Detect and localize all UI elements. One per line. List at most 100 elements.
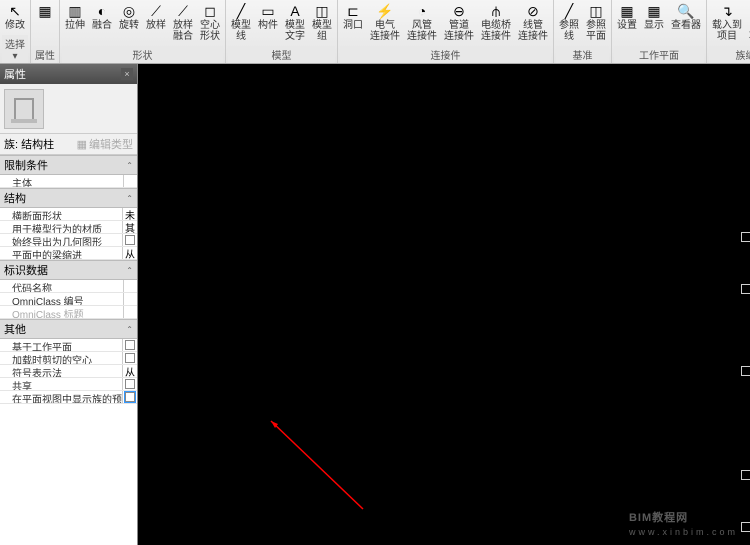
category-name: 结构 (4, 190, 26, 206)
property-category-header[interactable]: 限制条件⌃ (0, 155, 137, 175)
extrude-icon[interactable]: ▥拉伸 (62, 1, 88, 32)
ribbon-button-label: 参照线 (559, 20, 579, 42)
property-name: OmniClass 标题 (0, 306, 124, 318)
collapse-caret-icon[interactable]: ⌃ (126, 266, 133, 275)
checkbox[interactable] (125, 340, 135, 350)
pipe-conn-icon[interactable]: ⊖管道连接件 (441, 1, 477, 43)
property-value[interactable]: 从 (123, 365, 137, 377)
property-row[interactable]: 平面中的梁缩进从 (0, 247, 137, 260)
property-value[interactable] (123, 352, 137, 364)
sweep-icon[interactable]: ⟋放样 (143, 1, 169, 32)
checkbox[interactable] (125, 379, 135, 389)
set-wp-icon-glyph: ▦ (618, 2, 636, 20)
ribbon-button-label: 放样融合 (173, 20, 193, 42)
checkbox[interactable] (125, 235, 135, 245)
model-text-icon[interactable]: A模型文字 (282, 1, 308, 43)
conduit-conn-icon[interactable]: ⊘线管连接件 (515, 1, 551, 43)
ribbon-group-label: 工作平面 (614, 46, 704, 63)
property-row[interactable]: 共享 (0, 378, 137, 391)
property-value[interactable] (124, 293, 137, 305)
property-value[interactable] (124, 306, 137, 318)
ref-plane-icon[interactable]: ◫参照平面 (583, 1, 609, 43)
property-row[interactable]: 基于工作平面 (0, 339, 137, 352)
property-row[interactable]: 符号表示法从 (0, 365, 137, 378)
ribbon-button-label: 查看器 (671, 20, 701, 31)
property-value[interactable]: 未 (123, 208, 137, 220)
void-icon[interactable]: ◻空心形状 (197, 1, 223, 43)
model-line-icon[interactable]: ╱模型线 (228, 1, 254, 43)
elec-conn-icon[interactable]: ⚡电气连接件 (367, 1, 403, 43)
property-grid[interactable]: 限制条件⌃主体结构 ⌃ 横断面形状未用于模型行为的材质其始终导出为几何图形平面中的梁… (0, 155, 137, 545)
component-icon-glyph: ▭ (259, 2, 277, 20)
property-row[interactable]: OmniClass 编号 (0, 293, 137, 306)
viewer-icon[interactable]: 🔍查看器 (668, 1, 704, 32)
properties-title-bar[interactable]: 属性 × (0, 64, 137, 84)
pipe-conn-icon-glyph: ⊖ (450, 2, 468, 20)
ribbon-button-label: 放样 (146, 20, 166, 31)
model-viewport[interactable]: BIM教程网 www.xinbim.com (138, 64, 750, 545)
ribbon-group: ↖修改选择 ▾ (0, 0, 31, 63)
revolve-icon-glyph: ◎ (120, 2, 138, 20)
load-close-icon[interactable]: ↴载入到项目并关闭 (746, 1, 750, 43)
ribbon-button-label: 拉伸 (65, 20, 85, 31)
ribbon-group-label: 选择 ▾ (2, 35, 28, 63)
property-value[interactable] (124, 280, 137, 292)
property-value[interactable]: 其 (123, 221, 137, 233)
property-value[interactable] (124, 175, 137, 187)
property-row[interactable]: 代码名称 (0, 280, 137, 293)
tray-conn-icon[interactable]: ⫛电缆桥连接件 (478, 1, 514, 43)
collapse-caret-icon[interactable]: ⌃ (126, 325, 133, 334)
collapse-caret-icon[interactable]: ⌃ (126, 194, 133, 203)
checkbox[interactable] (125, 392, 135, 402)
load-proj-icon[interactable]: ↴载入到项目 (709, 1, 745, 43)
property-value[interactable] (123, 378, 137, 390)
property-row[interactable]: 主体 (0, 175, 137, 188)
family-name[interactable]: 族: 结构柱 (4, 136, 54, 152)
collapse-caret-icon[interactable]: ⌃ (126, 161, 133, 170)
ribbon-button-label: 模型线 (231, 20, 251, 42)
opening-icon-glyph: ⊏ (344, 2, 362, 20)
sweep-blend-icon[interactable]: ⟋放样融合 (170, 1, 196, 43)
opening-icon[interactable]: ⊏洞口 (340, 1, 366, 32)
property-value[interactable]: 从 (123, 247, 137, 259)
type-selector[interactable] (0, 84, 137, 134)
property-category-header[interactable]: 其他 ⌃ (0, 319, 137, 339)
property-category-header[interactable]: 标识数据⌃ (0, 260, 137, 280)
conduit-conn-icon-glyph: ⊘ (524, 2, 542, 20)
property-value[interactable] (123, 234, 137, 246)
duct-conn-icon[interactable]: ◔风管连接件 (404, 1, 440, 43)
revolve-icon[interactable]: ◎旋转 (116, 1, 142, 32)
property-row[interactable]: 加载时剪切的空心 (0, 352, 137, 365)
model-group-icon[interactable]: ◫模型组 (309, 1, 335, 43)
edit-type-button[interactable]: ▦ 编辑类型 (77, 136, 133, 152)
ribbon-button-label: 修改 (5, 20, 25, 31)
ribbon-group-label: 连接件 (340, 46, 551, 63)
properties-palette-glyph: ▦ (36, 2, 54, 20)
property-row[interactable]: 始终导出为几何图形 (0, 234, 137, 247)
properties-panel: 属性 × 族: 结构柱 ▦ 编辑类型 限制条件⌃主体结构 ⌃ 横断面形状未用于模型行… (0, 64, 138, 545)
show-wp-icon[interactable]: ▦显示 (641, 1, 667, 32)
property-row[interactable]: 横断面形状未 (0, 208, 137, 221)
category-name: 其他 (4, 321, 26, 337)
structural-column-model[interactable] (741, 232, 750, 532)
checkbox[interactable] (125, 353, 135, 363)
property-value[interactable] (123, 339, 137, 351)
ribbon-button-label: 电气连接件 (370, 20, 400, 42)
ref-line-icon[interactable]: ╱参照线 (556, 1, 582, 43)
properties-palette[interactable]: ▦ (33, 1, 57, 21)
model-line-icon-glyph: ╱ (232, 2, 250, 20)
property-row[interactable]: 在平面视图中显示族的预剪切 (0, 391, 137, 404)
viewer-icon-glyph: 🔍 (677, 2, 695, 20)
component-icon[interactable]: ▭构件 (255, 1, 281, 32)
close-icon[interactable]: × (121, 68, 133, 80)
void-icon-glyph: ◻ (201, 2, 219, 20)
property-category-header[interactable]: 结构 ⌃ (0, 188, 137, 208)
property-name: OmniClass 编号 (0, 293, 124, 305)
blend-icon[interactable]: ◐融合 (89, 1, 115, 32)
property-row[interactable]: OmniClass 标题 (0, 306, 137, 319)
set-wp-icon[interactable]: ▦设置 (614, 1, 640, 32)
property-value[interactable] (123, 391, 137, 403)
property-row[interactable]: 用于模型行为的材质其 (0, 221, 137, 234)
property-name: 加载时剪切的空心 (0, 352, 123, 364)
modify-cursor[interactable]: ↖修改 (2, 1, 28, 32)
